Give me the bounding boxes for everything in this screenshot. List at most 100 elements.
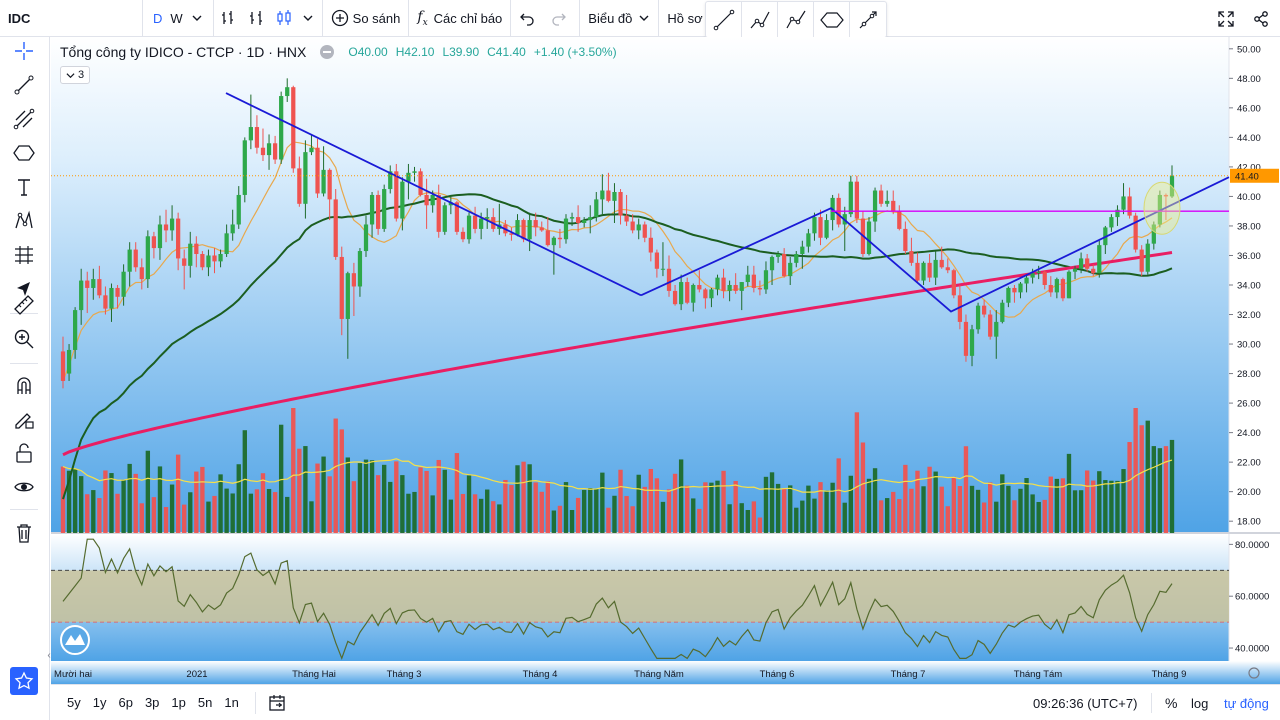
- x-tick-label: Tháng 9: [1152, 669, 1187, 680]
- candle-body: [727, 285, 732, 291]
- share-button[interactable]: [1245, 0, 1277, 37]
- compare-button[interactable]: So sánh: [323, 0, 410, 37]
- auto-scale-toggle[interactable]: tự động: [1224, 685, 1269, 720]
- candle-body: [775, 254, 781, 257]
- zoom-button[interactable]: [8, 325, 40, 353]
- profile-button[interactable]: Hồ sơ: [659, 0, 710, 37]
- volume-bar: [424, 470, 429, 533]
- line-tools-button[interactable]: [8, 71, 40, 99]
- range-1m[interactable]: 1p: [165, 695, 191, 710]
- lock-button[interactable]: [8, 439, 40, 467]
- trend-line-tool[interactable]: [706, 2, 742, 37]
- fib-tools-button[interactable]: [8, 105, 40, 133]
- price-chart[interactable]: 50.0048.0046.0044.0042.0040.0038.0036.00…: [51, 37, 1280, 684]
- chart-type-dropdown[interactable]: [298, 0, 318, 37]
- pattern-tool-button[interactable]: [8, 207, 40, 235]
- candle-body: [903, 228, 908, 252]
- percent-scale-toggle[interactable]: %: [1165, 685, 1177, 720]
- volume-bar: [872, 468, 878, 533]
- volume-bar: [539, 491, 544, 533]
- volume-bar: [678, 459, 684, 533]
- indicators-toggle[interactable]: 3: [60, 66, 90, 84]
- candle-body: [697, 285, 702, 290]
- hide-legend-button[interactable]: [320, 45, 335, 59]
- log-scale-toggle[interactable]: log: [1191, 685, 1208, 720]
- trend-line-icon: [713, 9, 734, 30]
- ellipse-tool[interactable]: [814, 2, 850, 37]
- candle-body: [91, 279, 96, 288]
- delete-drawings-button[interactable]: [8, 519, 40, 547]
- text-tool-button[interactable]: [8, 173, 40, 201]
- candle-body: [897, 211, 902, 229]
- volume-bar: [1157, 448, 1163, 533]
- range-1y[interactable]: 1y: [87, 695, 113, 710]
- goto-date-button[interactable]: [256, 694, 298, 712]
- magnet-button[interactable]: [8, 371, 40, 399]
- redo-button[interactable]: [543, 0, 575, 37]
- candle-body: [1006, 287, 1011, 303]
- candle-body: [739, 282, 744, 291]
- volume-bar: [109, 473, 114, 533]
- undo-icon: [520, 13, 534, 26]
- chart-menu-button[interactable]: Biểu đồ: [580, 0, 658, 37]
- candle-body: [297, 168, 302, 204]
- candle-body: [763, 270, 769, 290]
- range-3m[interactable]: 3p: [139, 695, 165, 710]
- clock[interactable]: 09:26:36 (UTC+7): [1033, 685, 1137, 720]
- visibility-button[interactable]: [8, 473, 40, 501]
- volume-bar: [442, 469, 447, 533]
- collapse-sidebar-handle[interactable]: ‹: [45, 645, 53, 665]
- favorites-button[interactable]: [10, 667, 38, 695]
- volume-bar: [315, 463, 320, 533]
- volume-bar: [327, 476, 332, 533]
- candle-body: [1109, 217, 1114, 228]
- candle-body: [788, 262, 793, 277]
- indicators-button[interactable]: fx Các chỉ báo: [409, 0, 512, 37]
- candle-body: [691, 285, 696, 303]
- volume-bar: [400, 475, 405, 533]
- crosshair-button[interactable]: [8, 37, 40, 65]
- range-1d[interactable]: 1n: [218, 695, 244, 710]
- line-style-button[interactable]: [242, 0, 270, 37]
- volume-bar: [169, 484, 175, 533]
- chart-area[interactable]: 50.00 48.00 46.00 44.00 42.00 40.00 38.00 36.00…: [51, 37, 1280, 684]
- candle-body: [951, 270, 956, 296]
- shapes-button[interactable]: [8, 139, 40, 167]
- curve-tool[interactable]: [778, 2, 814, 37]
- range-5d[interactable]: 5n: [192, 695, 218, 710]
- lock-drawings-button[interactable]: [8, 405, 40, 433]
- candle-body: [430, 194, 435, 206]
- volume-bar: [927, 466, 932, 533]
- interval-dropdown[interactable]: [187, 0, 207, 37]
- fullscreen-button[interactable]: [1210, 0, 1242, 37]
- symbol-search[interactable]: IDC: [0, 0, 143, 37]
- interval-weekly[interactable]: W: [166, 0, 186, 37]
- volume-bar: [733, 480, 738, 533]
- trash-icon: [17, 524, 31, 543]
- candle-body: [109, 287, 114, 309]
- rsi-band: [51, 570, 1229, 623]
- y-tick-label: 26.00: [1237, 399, 1261, 410]
- ray-icon: [859, 10, 877, 28]
- range-6m[interactable]: 6p: [112, 695, 138, 710]
- polyline-tool[interactable]: [742, 2, 778, 37]
- compare-label: So sánh: [352, 10, 401, 26]
- crosshair-icon: [15, 42, 33, 60]
- trend-line-icon: [14, 75, 34, 95]
- candle-body: [654, 252, 660, 269]
- candle-body: [988, 314, 993, 337]
- volume-bar: [612, 495, 617, 533]
- interval-daily[interactable]: D: [143, 0, 166, 37]
- candle-style-button[interactable]: [270, 0, 298, 37]
- range-5y[interactable]: 5y: [61, 695, 87, 710]
- volume-bar: [830, 482, 835, 533]
- volume-bar: [194, 471, 199, 533]
- measure-button[interactable]: [8, 291, 40, 319]
- candle-body: [751, 274, 756, 288]
- candle-body: [103, 295, 108, 309]
- ray-tool[interactable]: [850, 2, 886, 37]
- bar-style-button[interactable]: [214, 0, 242, 37]
- volume-bar: [691, 498, 696, 533]
- undo-button[interactable]: [511, 0, 543, 37]
- prediction-tool-button[interactable]: [8, 241, 40, 269]
